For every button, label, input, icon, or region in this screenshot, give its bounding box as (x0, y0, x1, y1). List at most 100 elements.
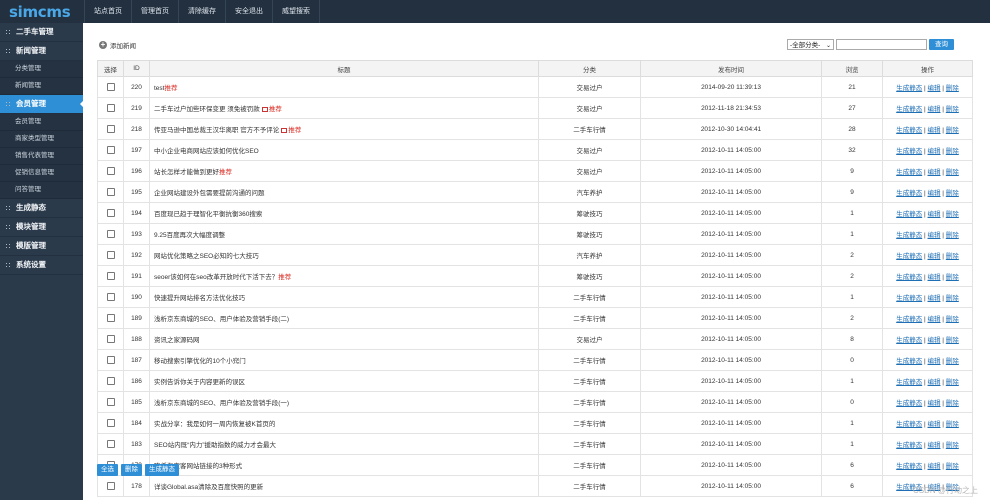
sidebar-item[interactable]: 促销信息管理 (0, 165, 83, 182)
row-checkbox[interactable] (106, 272, 115, 280)
delete-link[interactable]: 删除 (946, 442, 959, 449)
delete-link[interactable]: 删除 (946, 127, 959, 134)
title-text[interactable]: 移动搜索引擎优化的10个小窍门 (154, 358, 246, 365)
title-text[interactable]: 详谈Global.asa清除及百度快照的更新 (154, 484, 263, 491)
delete-link[interactable]: 删除 (946, 337, 959, 344)
delete-link[interactable]: 删除 (946, 358, 959, 365)
sidebar-item[interactable]: 会员管理 (0, 114, 83, 131)
generate-static-link[interactable]: 生成静态 (896, 442, 922, 449)
generate-static-link[interactable]: 生成静态 (896, 169, 922, 176)
bulk-generate-static-button[interactable]: 生成静态 (145, 464, 179, 476)
title-text[interactable]: 实例告诉你关于内容更新的误区 (154, 379, 245, 386)
row-checkbox[interactable] (106, 167, 115, 175)
edit-link[interactable]: 编辑 (928, 337, 941, 344)
row-checkbox[interactable] (106, 188, 115, 196)
sidebar-item[interactable]: 商家类型管理 (0, 131, 83, 148)
title-text[interactable]: 二手车过户加些环保变更 须免被罚款 (154, 106, 260, 113)
row-checkbox[interactable] (106, 335, 115, 343)
edit-link[interactable]: 编辑 (928, 274, 941, 281)
sidebar-group[interactable]: 会员管理 (0, 95, 84, 114)
generate-static-link[interactable]: 生成静态 (896, 358, 922, 365)
row-checkbox[interactable] (106, 398, 115, 406)
row-checkbox[interactable] (106, 293, 115, 301)
sidebar-group[interactable]: 生成静态 (0, 199, 83, 218)
edit-link[interactable]: 编辑 (928, 106, 941, 113)
delete-link[interactable]: 删除 (946, 400, 959, 407)
generate-static-link[interactable]: 生成静态 (896, 400, 922, 407)
title-text[interactable]: 资讯之家源码网 (154, 337, 200, 344)
search-input[interactable] (836, 39, 927, 50)
edit-link[interactable]: 编辑 (928, 148, 941, 155)
delete-link[interactable]: 删除 (946, 295, 959, 302)
delete-link[interactable]: 删除 (946, 190, 959, 197)
row-checkbox[interactable] (106, 440, 115, 448)
title-text[interactable]: 浅析京东商城的SEO、用户体验及营销手段(一) (154, 400, 289, 407)
top-nav-item[interactable]: 清除缓存 (178, 0, 225, 23)
delete-link[interactable]: 删除 (946, 211, 959, 218)
sidebar-group[interactable]: 新闻管理 (0, 42, 83, 61)
generate-static-link[interactable]: 生成静态 (896, 337, 922, 344)
top-nav-item[interactable]: 管理首页 (131, 0, 178, 23)
delete-link[interactable]: 删除 (946, 253, 959, 260)
delete-link[interactable]: 删除 (946, 85, 959, 92)
generate-static-link[interactable]: 生成静态 (896, 253, 922, 260)
edit-link[interactable]: 编辑 (928, 85, 941, 92)
row-checkbox[interactable] (106, 419, 115, 427)
edit-link[interactable]: 编辑 (928, 442, 941, 449)
generate-static-link[interactable]: 生成静态 (896, 274, 922, 281)
row-checkbox[interactable] (106, 209, 115, 217)
edit-link[interactable]: 编辑 (928, 169, 941, 176)
delete-link[interactable]: 删除 (946, 316, 959, 323)
title-text[interactable]: 实战分享：我是如何一周内恢复被K首页的 (154, 421, 275, 428)
generate-static-link[interactable]: 生成静态 (896, 85, 922, 92)
title-text[interactable]: 企业网站建设外包需要提前沟通的问题 (154, 190, 265, 197)
edit-link[interactable]: 编辑 (928, 295, 941, 302)
sidebar-group[interactable]: 模版管理 (0, 237, 83, 256)
title-text[interactable]: 中小企业电商网站应该如何优化SEO (154, 148, 259, 155)
title-text[interactable]: 站长怎样才能做到更好 (154, 169, 219, 176)
row-checkbox[interactable] (106, 377, 115, 385)
generate-static-link[interactable]: 生成静态 (896, 190, 922, 197)
top-nav-item[interactable]: 威望搜索 (272, 0, 320, 23)
title-text[interactable]: 快速提升网站排名方法优化技巧 (154, 295, 245, 302)
generate-static-link[interactable]: 生成静态 (896, 379, 922, 386)
delete-link[interactable]: 删除 (946, 463, 959, 470)
title-text[interactable]: 网站优化策略之SEO必知的七大技巧 (154, 253, 259, 260)
sidebar-item[interactable]: 新闻管理 (0, 78, 83, 95)
row-checkbox[interactable] (106, 104, 115, 112)
sidebar-item[interactable]: 问答管理 (0, 182, 83, 199)
generate-static-link[interactable]: 生成静态 (896, 463, 922, 470)
edit-link[interactable]: 编辑 (928, 253, 941, 260)
edit-link[interactable]: 编辑 (928, 211, 941, 218)
row-checkbox[interactable] (106, 146, 115, 154)
delete-link[interactable]: 删除 (946, 106, 959, 113)
row-checkbox[interactable] (106, 251, 115, 259)
select-all-button[interactable]: 全选 (97, 464, 118, 476)
generate-static-link[interactable]: 生成静态 (896, 148, 922, 155)
generate-static-link[interactable]: 生成静态 (896, 421, 922, 428)
title-text[interactable]: seoer该如何在seo改革开放时代下活下去？ (154, 274, 278, 281)
edit-link[interactable]: 编辑 (928, 127, 941, 134)
title-text[interactable]: 浅析京东商城的SEO、用户体验及营销手段(二) (154, 316, 289, 323)
row-checkbox[interactable] (106, 125, 115, 133)
delete-link[interactable]: 删除 (946, 421, 959, 428)
edit-link[interactable]: 编辑 (928, 316, 941, 323)
bulk-delete-button[interactable]: 删除 (121, 464, 142, 476)
edit-link[interactable]: 编辑 (928, 463, 941, 470)
edit-link[interactable]: 编辑 (928, 400, 941, 407)
sidebar-item[interactable]: 销售代表管理 (0, 148, 83, 165)
edit-link[interactable]: 编辑 (928, 379, 941, 386)
row-checkbox[interactable] (106, 356, 115, 364)
row-checkbox[interactable] (106, 314, 115, 322)
row-checkbox[interactable] (106, 482, 115, 490)
delete-link[interactable]: 删除 (946, 169, 959, 176)
title-text[interactable]: test (154, 85, 164, 92)
edit-link[interactable]: 编辑 (928, 421, 941, 428)
generate-static-link[interactable]: 生成静态 (896, 211, 922, 218)
top-nav-item[interactable]: 安全退出 (225, 0, 272, 23)
top-nav-item[interactable]: 站点首页 (84, 0, 131, 23)
generate-static-link[interactable]: 生成静态 (896, 106, 922, 113)
edit-link[interactable]: 编辑 (928, 190, 941, 197)
edit-link[interactable]: 编辑 (928, 358, 941, 365)
sidebar-group[interactable]: 二手车管理 (0, 23, 83, 42)
